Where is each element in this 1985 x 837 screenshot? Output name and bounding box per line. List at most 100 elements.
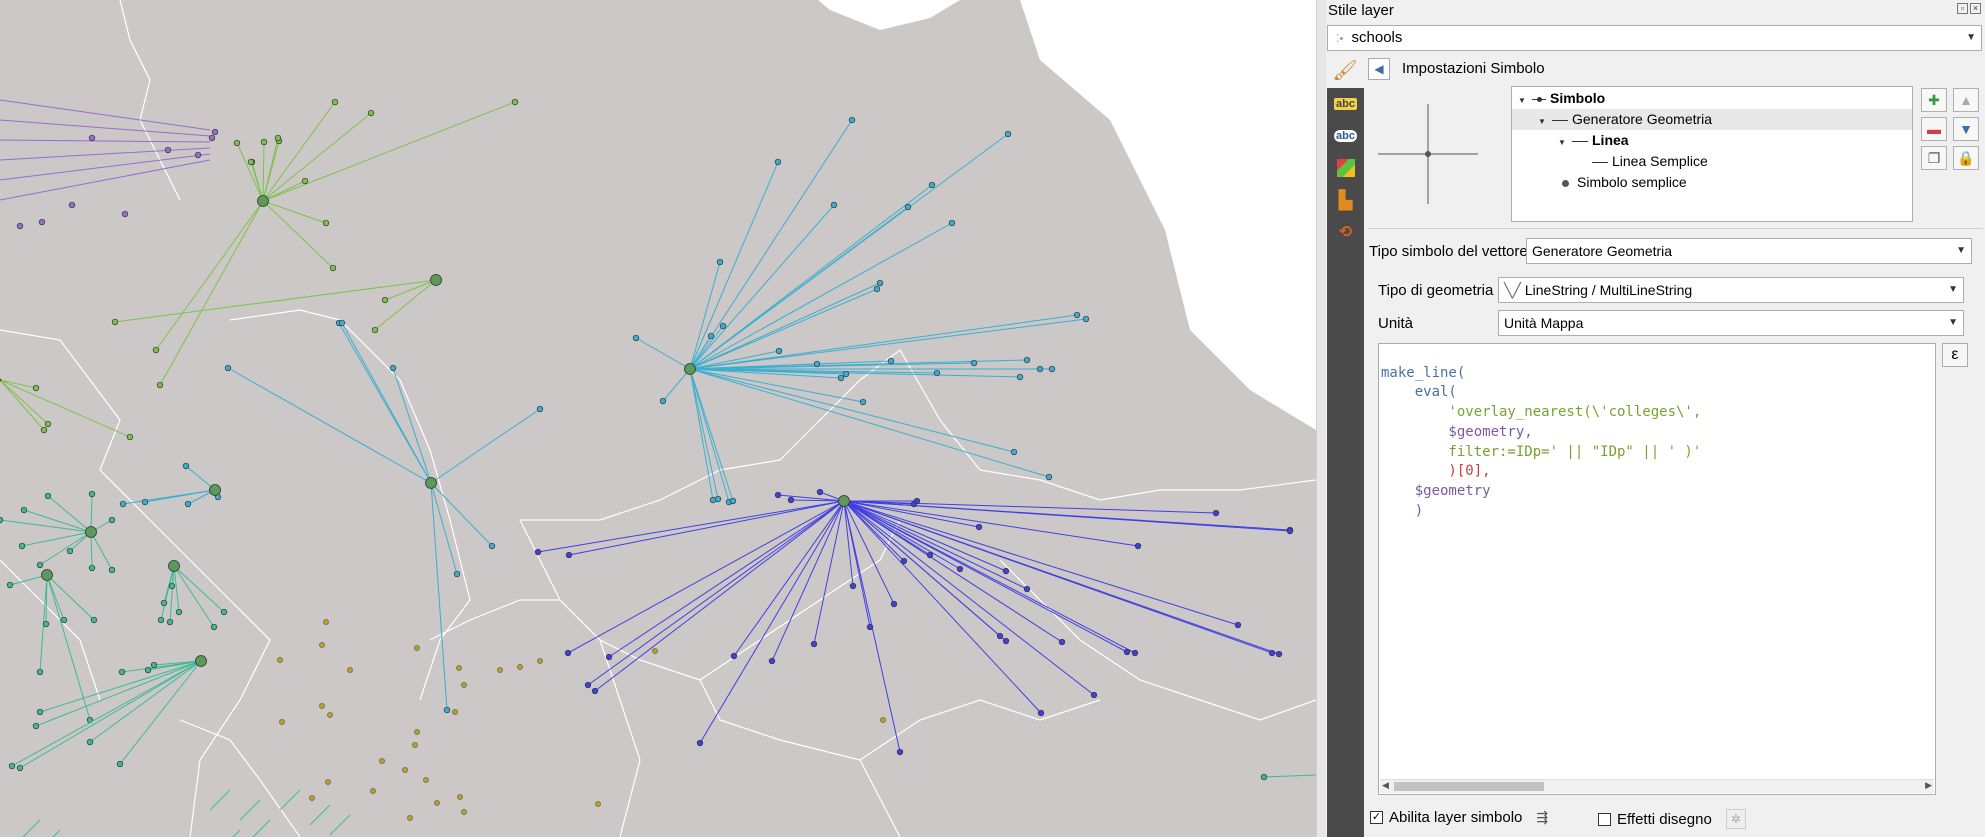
school-point (168, 582, 176, 590)
tree-item-simple-marker[interactable]: Simbolo semplice (1558, 172, 1687, 193)
school-point (1234, 621, 1242, 629)
draw-effects-checkbox[interactable]: Effetti disegno ✲ (1598, 809, 1746, 829)
school-point (233, 139, 241, 147)
school-point (659, 397, 667, 405)
school-point (714, 495, 722, 503)
expression-builder-button[interactable]: ε (1942, 343, 1968, 367)
layer-select[interactable]: ⁚• schools ▼ (1327, 25, 1982, 51)
school-point (211, 128, 219, 136)
school-point (1073, 311, 1081, 319)
school-point (331, 98, 339, 106)
enable-symbol-layer-checkbox[interactable]: ✓ Abilita layer simbolo ⇶ (1370, 809, 1548, 826)
close-icon[interactable]: × (1970, 3, 1981, 14)
vector-type-select[interactable]: Generatore Geometria ▼ (1526, 238, 1972, 264)
scroll-right-icon[interactable]: ▶ (1925, 780, 1932, 791)
school-point (859, 398, 867, 406)
school-point (842, 370, 850, 378)
school-point (873, 285, 881, 293)
horizontal-scrollbar[interactable]: ◀ ▶ (1380, 779, 1934, 793)
masks-icon[interactable]: abc (1327, 120, 1364, 152)
code-line: $geometry (1381, 482, 1491, 499)
school-point (534, 548, 542, 556)
expand-icon[interactable]: ▼ (1538, 111, 1552, 132)
school-point (787, 496, 795, 504)
diagrams-icon[interactable]: ▙ (1327, 184, 1364, 216)
3d-view-icon[interactable] (1327, 152, 1364, 184)
school-point (564, 649, 572, 657)
school-point (319, 703, 325, 709)
expression-editor[interactable]: make_line( eval( 'overlay_nearest(\'coll… (1378, 343, 1936, 795)
symbology-brush-icon[interactable]: 🖌 (1331, 58, 1359, 84)
school-point (452, 709, 458, 715)
tree-item-generator-label: Generatore Geometria (1572, 111, 1713, 127)
tree-item-simple-marker-label: Simbolo semplice (1577, 174, 1687, 190)
school-point (175, 608, 183, 616)
school-point (210, 623, 218, 631)
history-icon[interactable]: ⟲ (1327, 216, 1364, 248)
school-point (876, 279, 884, 287)
school-point (111, 318, 119, 326)
school-point (775, 347, 783, 355)
school-point (900, 557, 908, 565)
tree-item-generator[interactable]: ▼ Generatore Geometria (1512, 109, 1912, 130)
school-point (453, 570, 461, 578)
school-point (1010, 448, 1018, 456)
school-point (696, 739, 704, 747)
tree-item-symbol[interactable]: ▼ Simbolo (1518, 88, 1605, 109)
line-icon (1552, 119, 1568, 121)
checkbox-unchecked-icon (1598, 812, 1611, 826)
school-point (208, 134, 216, 142)
school-point (1260, 773, 1268, 781)
data-defined-icon[interactable]: ⇶ (1536, 809, 1548, 826)
school-point (933, 369, 941, 377)
remove-layer-button[interactable]: ▬ (1921, 117, 1947, 141)
expand-icon[interactable]: ▼ (1518, 90, 1532, 111)
school-point (18, 542, 26, 550)
school-point (1058, 638, 1066, 646)
duplicate-layer-button[interactable]: ❐ (1921, 146, 1947, 170)
school-point (184, 500, 192, 508)
school-point (152, 346, 160, 354)
school-point (309, 795, 315, 801)
move-up-button[interactable]: ▲ (1953, 88, 1979, 112)
unit-select[interactable]: Unità Mappa ▼ (1498, 310, 1964, 336)
labels-icon[interactable]: abc (1327, 88, 1364, 120)
effects-settings-icon[interactable]: ✲ (1725, 809, 1746, 829)
school-point (456, 665, 462, 671)
school-point (707, 332, 715, 340)
code-line: eval( (1381, 384, 1457, 401)
panel-splitter[interactable] (1316, 0, 1326, 837)
layer-select-value: schools (1351, 29, 1403, 46)
college-point (0, 378, 2, 382)
scrollbar-thumb[interactable] (1394, 782, 1544, 791)
school-point (224, 364, 232, 372)
school-point (837, 374, 845, 382)
back-button[interactable]: ◀ (1368, 58, 1390, 80)
add-layer-button[interactable]: ✚ (1921, 88, 1947, 112)
college-point (41, 569, 53, 581)
map-canvas[interactable] (0, 0, 1316, 837)
geometry-type-select[interactable]: ╲╱ LineString / MultiLineString ▼ (1498, 277, 1964, 303)
school-point (220, 608, 228, 616)
school-point (126, 433, 134, 441)
tree-item-simple-line[interactable]: Linea Semplice (1592, 151, 1708, 172)
float-icon[interactable]: ▫ (1957, 3, 1968, 14)
school-point (144, 666, 152, 674)
symbol-settings-title: Impostazioni Simbolo (1402, 60, 1545, 77)
school-point (848, 116, 856, 124)
lock-layer-button[interactable]: 🔒 (1953, 146, 1979, 170)
plus-icon: ✚ (1928, 91, 1940, 108)
school-point (996, 632, 1004, 640)
school-point (488, 542, 496, 550)
scroll-left-icon[interactable]: ◀ (1382, 780, 1389, 791)
school-point (414, 729, 420, 735)
college-point (257, 195, 269, 207)
tree-item-line[interactable]: ▼ Linea (1558, 130, 1629, 151)
school-point (1004, 130, 1012, 138)
school-point (194, 151, 202, 159)
school-point (652, 648, 658, 654)
expand-icon[interactable]: ▼ (1558, 132, 1572, 153)
move-down-button[interactable]: ▼ (1953, 117, 1979, 141)
school-point (389, 364, 397, 372)
school-point (407, 815, 413, 821)
